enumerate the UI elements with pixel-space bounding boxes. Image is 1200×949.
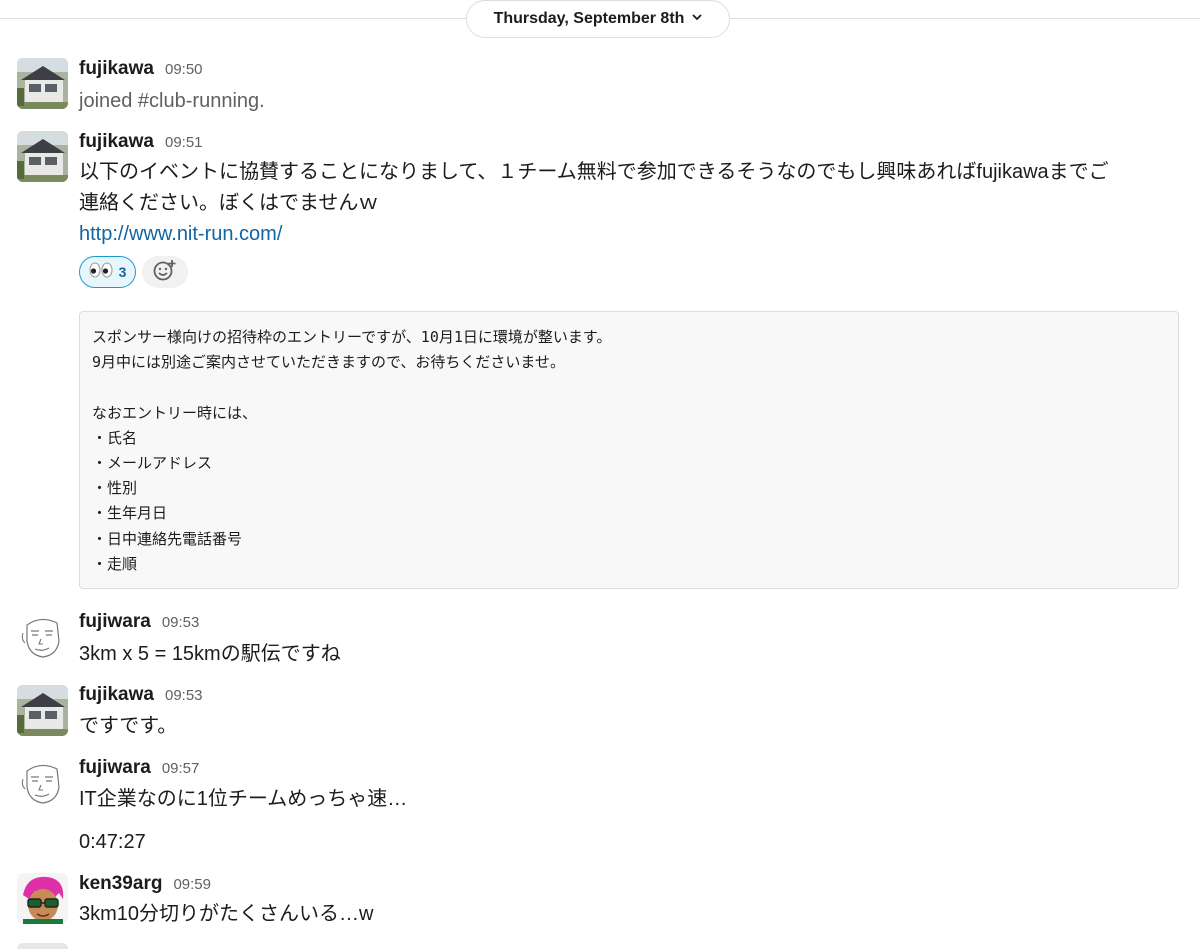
sender-name[interactable]: fujikawa [79,684,154,706]
message-timestamp[interactable]: 09:53 [165,687,203,704]
message-text: ですです。 [79,715,178,737]
message-text: 3km x 5 = 15kmの駅伝ですね [79,643,341,665]
code-line: なおエントリー時には、 [92,403,258,422]
message-header: fujikawa 09:50 [79,58,203,80]
message-text: 3km10分切りがたくさんいる…w [79,903,374,925]
message-header: fujiwara 09:53 [79,611,199,633]
code-line: スポンサー様向けの招待枠のエントリーですが、10月1日に環境が整います。 [92,328,612,346]
message-text: joined #club-running. [79,90,265,112]
message-header: fujiwara 09:57 [79,757,199,779]
add-reaction-icon [153,259,177,286]
message-timestamp[interactable]: 09:57 [162,760,200,777]
reaction-count: 3 [118,264,127,280]
sender-name[interactable]: ken39arg [79,873,162,895]
message-text: IT企業なのに1位チームめっちゃ速… [79,788,408,810]
message-timestamp[interactable]: 09:53 [162,614,200,631]
avatar-partial [17,943,68,949]
message-header: ken39arg 09:59 [79,873,211,895]
message-header: fujikawa 09:51 [79,131,203,153]
message-link[interactable]: http://www.nit-run.com/ [79,223,282,246]
avatar-ken39arg[interactable] [17,873,68,924]
code-line: ・性別 [92,479,138,498]
sender-name[interactable]: fujiwara [79,611,151,633]
code-line: 9月中には別途ご案内させていただきますので、お待ちくださいませ。 [92,353,565,372]
sender-name[interactable]: fujiwara [79,757,151,779]
date-label: Thursday, September 8th [493,10,685,27]
avatar-fujiwara[interactable] [17,611,68,662]
sender-name[interactable]: fujikawa [79,131,154,153]
avatar-fujikawa[interactable] [17,131,68,182]
date-divider-button[interactable]: Thursday, September 8th [466,0,730,38]
message-timestamp[interactable]: 09:50 [165,61,203,78]
message-text-line-1: 以下のイベントに協賛することになりまして、１チーム無料で参加できるそうなのでもし… [79,161,1109,183]
chevron-down-icon [692,12,703,24]
code-line: ・氏名 [92,428,138,447]
avatar-fujikawa[interactable] [17,685,68,736]
message-header: fujikawa 09:53 [79,684,203,706]
add-reaction-button[interactable] [142,256,188,288]
sender-name[interactable]: fujikawa [79,58,154,80]
message-timestamp[interactable]: 09:51 [165,134,203,151]
message-text-continued: 0:47:27 [79,831,146,853]
code-line: ・生年月日 [92,504,168,523]
eyes-emoji-icon [89,262,113,283]
code-line: ・日中連絡先電話番号 [92,529,243,548]
avatar-fujiwara[interactable] [17,757,68,808]
code-block: スポンサー様向けの招待枠のエントリーですが、10月1日に環境が整います。 9月中… [79,311,1179,589]
code-line: ・メールアドレス [92,453,213,472]
avatar-fujikawa[interactable] [17,58,68,109]
message-pane: Thursday, September 8th fujikawa 09:50 j… [0,0,1200,949]
code-line: ・走順 [92,554,138,573]
reaction-eyes[interactable]: 3 [79,256,136,288]
message-text-line-2: 連絡ください。ぼくはでませんｗ [79,192,379,214]
message-timestamp[interactable]: 09:59 [173,876,211,893]
